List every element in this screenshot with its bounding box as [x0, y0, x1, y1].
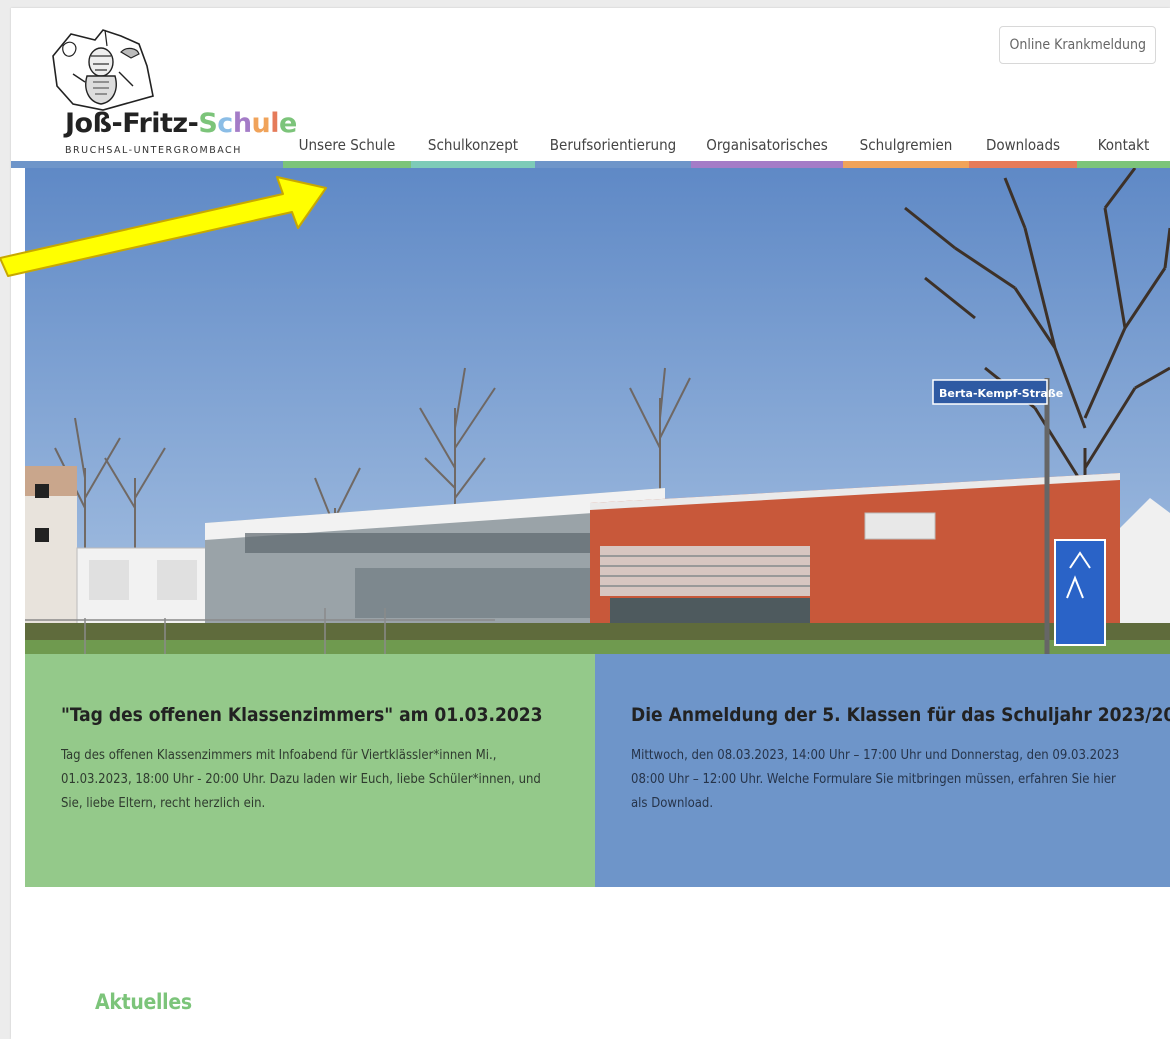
- street-sign-text: Berta-Kempf-Straße: [939, 387, 1063, 400]
- info-box-registration[interactable]: Die Anmeldung der 5. Klassen für das Sch…: [595, 654, 1170, 887]
- main-nav: Unsere Schule Schulkonzept Berufsorienti…: [11, 130, 1170, 168]
- nav-color-bar: [969, 161, 1077, 168]
- info-box-text: Tag des offenen Klassenzimmers mit Infoa…: [61, 748, 541, 811]
- nav-item-unsere-schule[interactable]: Unsere Schule: [283, 130, 411, 168]
- info-box-title: Die Anmeldung der 5. Klassen für das Sch…: [631, 704, 1170, 726]
- nav-color-bar: [1077, 161, 1170, 168]
- nav-item-organisatorisches[interactable]: Organisatorisches: [691, 130, 843, 168]
- page: Joß-Fritz-Schule BRUCHSAL-UNTERGROMBACH …: [11, 8, 1170, 1039]
- info-box-open-classroom[interactable]: "Tag des offenen Klassenzimmers" am 01.0…: [25, 654, 595, 887]
- nav-label: Downloads: [985, 136, 1061, 154]
- nav-label: Organisatorisches: [706, 136, 828, 154]
- knight-emblem-icon: [52, 29, 154, 111]
- info-box-title: "Tag des offenen Klassenzimmers" am 01.0…: [61, 704, 543, 726]
- site-header: Joß-Fritz-Schule BRUCHSAL-UNTERGROMBACH …: [11, 8, 1170, 168]
- nav-label: Schulkonzept: [427, 136, 519, 154]
- nav-color-bar: [411, 161, 535, 168]
- nav-color-bar: [691, 161, 843, 168]
- nav-item-berufsorientierung[interactable]: Berufsorientierung: [535, 130, 691, 168]
- nav-color-bar: [535, 161, 691, 168]
- nav-color-bar: [283, 161, 411, 168]
- nav-label: Berufsorientierung: [549, 136, 677, 154]
- nav-label: Kontakt: [1097, 136, 1150, 154]
- online-krankmeldung-button[interactable]: Online Krankmeldung: [999, 26, 1156, 64]
- info-box-text: Mittwoch, den 08.03.2023, 14:00 Uhr – 17…: [631, 748, 1120, 811]
- annotation-arrow-icon: [0, 176, 327, 277]
- section-heading-aktuelles: Aktuelles: [95, 990, 192, 1014]
- nav-item-schulkonzept[interactable]: Schulkonzept: [411, 130, 535, 168]
- nav-color-bar: [843, 161, 969, 168]
- nav-item-downloads[interactable]: Downloads: [969, 130, 1077, 168]
- nav-item-kontakt[interactable]: Kontakt: [1077, 130, 1170, 168]
- nav-label: Unsere Schule: [298, 136, 396, 154]
- nav-color-bar-left: [11, 161, 283, 168]
- nav-item-schulgremien[interactable]: Schulgremien: [843, 130, 969, 168]
- nav-label: Schulgremien: [859, 136, 953, 154]
